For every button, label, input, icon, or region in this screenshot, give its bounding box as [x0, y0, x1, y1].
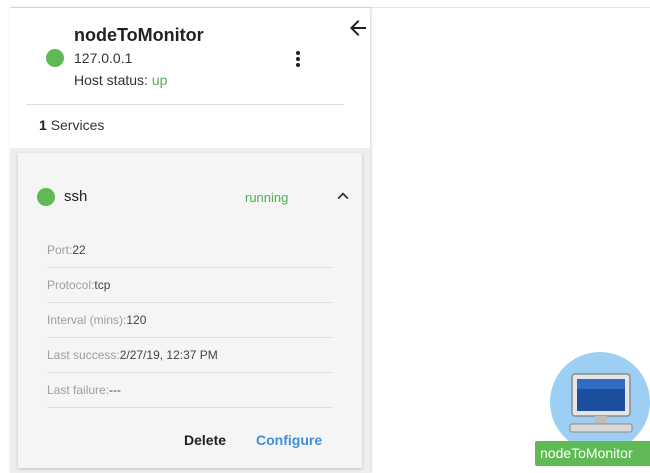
detail-row-interval: Interval (mins):120: [47, 303, 333, 338]
detail-value: tcp: [94, 278, 111, 292]
host-status-dot: [46, 49, 64, 67]
service-card-ssh: ssh running Port:22 Protocol:tcp Interva…: [18, 153, 362, 468]
services-list: ssh running Port:22 Protocol:tcp Interva…: [10, 148, 370, 473]
services-count-label: Services: [50, 117, 105, 133]
configure-button[interactable]: Configure: [250, 426, 328, 454]
node-details-panel: nodeToMonitor 127.0.0.1 Host status: up …: [10, 8, 370, 473]
host-status-label: Host status:: [74, 72, 148, 88]
detail-label: Port:: [47, 243, 73, 257]
service-name: ssh: [64, 188, 88, 205]
more-vert-icon[interactable]: [288, 48, 308, 70]
arrow-left-icon[interactable]: [346, 16, 370, 40]
detail-value: 2/27/19, 12:37 PM: [119, 348, 218, 362]
host-ip: 127.0.0.1: [74, 50, 133, 66]
host-status: Host status: up: [74, 72, 167, 88]
service-status: running: [245, 190, 289, 205]
canvas-node-label[interactable]: nodeToMonitor: [535, 441, 650, 466]
detail-label: Last failure:: [47, 383, 110, 397]
services-count-number: 1: [39, 117, 47, 133]
detail-row-port: Port:22: [47, 233, 333, 268]
delete-button[interactable]: Delete: [178, 426, 232, 454]
host-name: nodeToMonitor: [74, 25, 204, 45]
detail-label: Interval (mins):: [47, 313, 127, 327]
detail-row-last-success: Last success:2/27/19, 12:37 PM: [47, 338, 333, 373]
services-count: 1 Services: [39, 117, 104, 133]
detail-value: 22: [72, 243, 86, 257]
host-status-value: up: [151, 72, 168, 88]
detail-row-protocol: Protocol:tcp: [47, 268, 333, 303]
detail-value: ---: [109, 383, 122, 397]
chevron-up-icon[interactable]: [332, 185, 354, 207]
header-divider: [26, 104, 344, 105]
detail-label: Protocol:: [47, 278, 95, 292]
detail-value: 120: [126, 313, 147, 327]
detail-row-last-failure: Last failure:---: [47, 373, 333, 408]
computer-monitor-icon: [569, 373, 633, 433]
detail-label: Last success:: [47, 348, 120, 362]
service-status-dot: [37, 188, 55, 206]
